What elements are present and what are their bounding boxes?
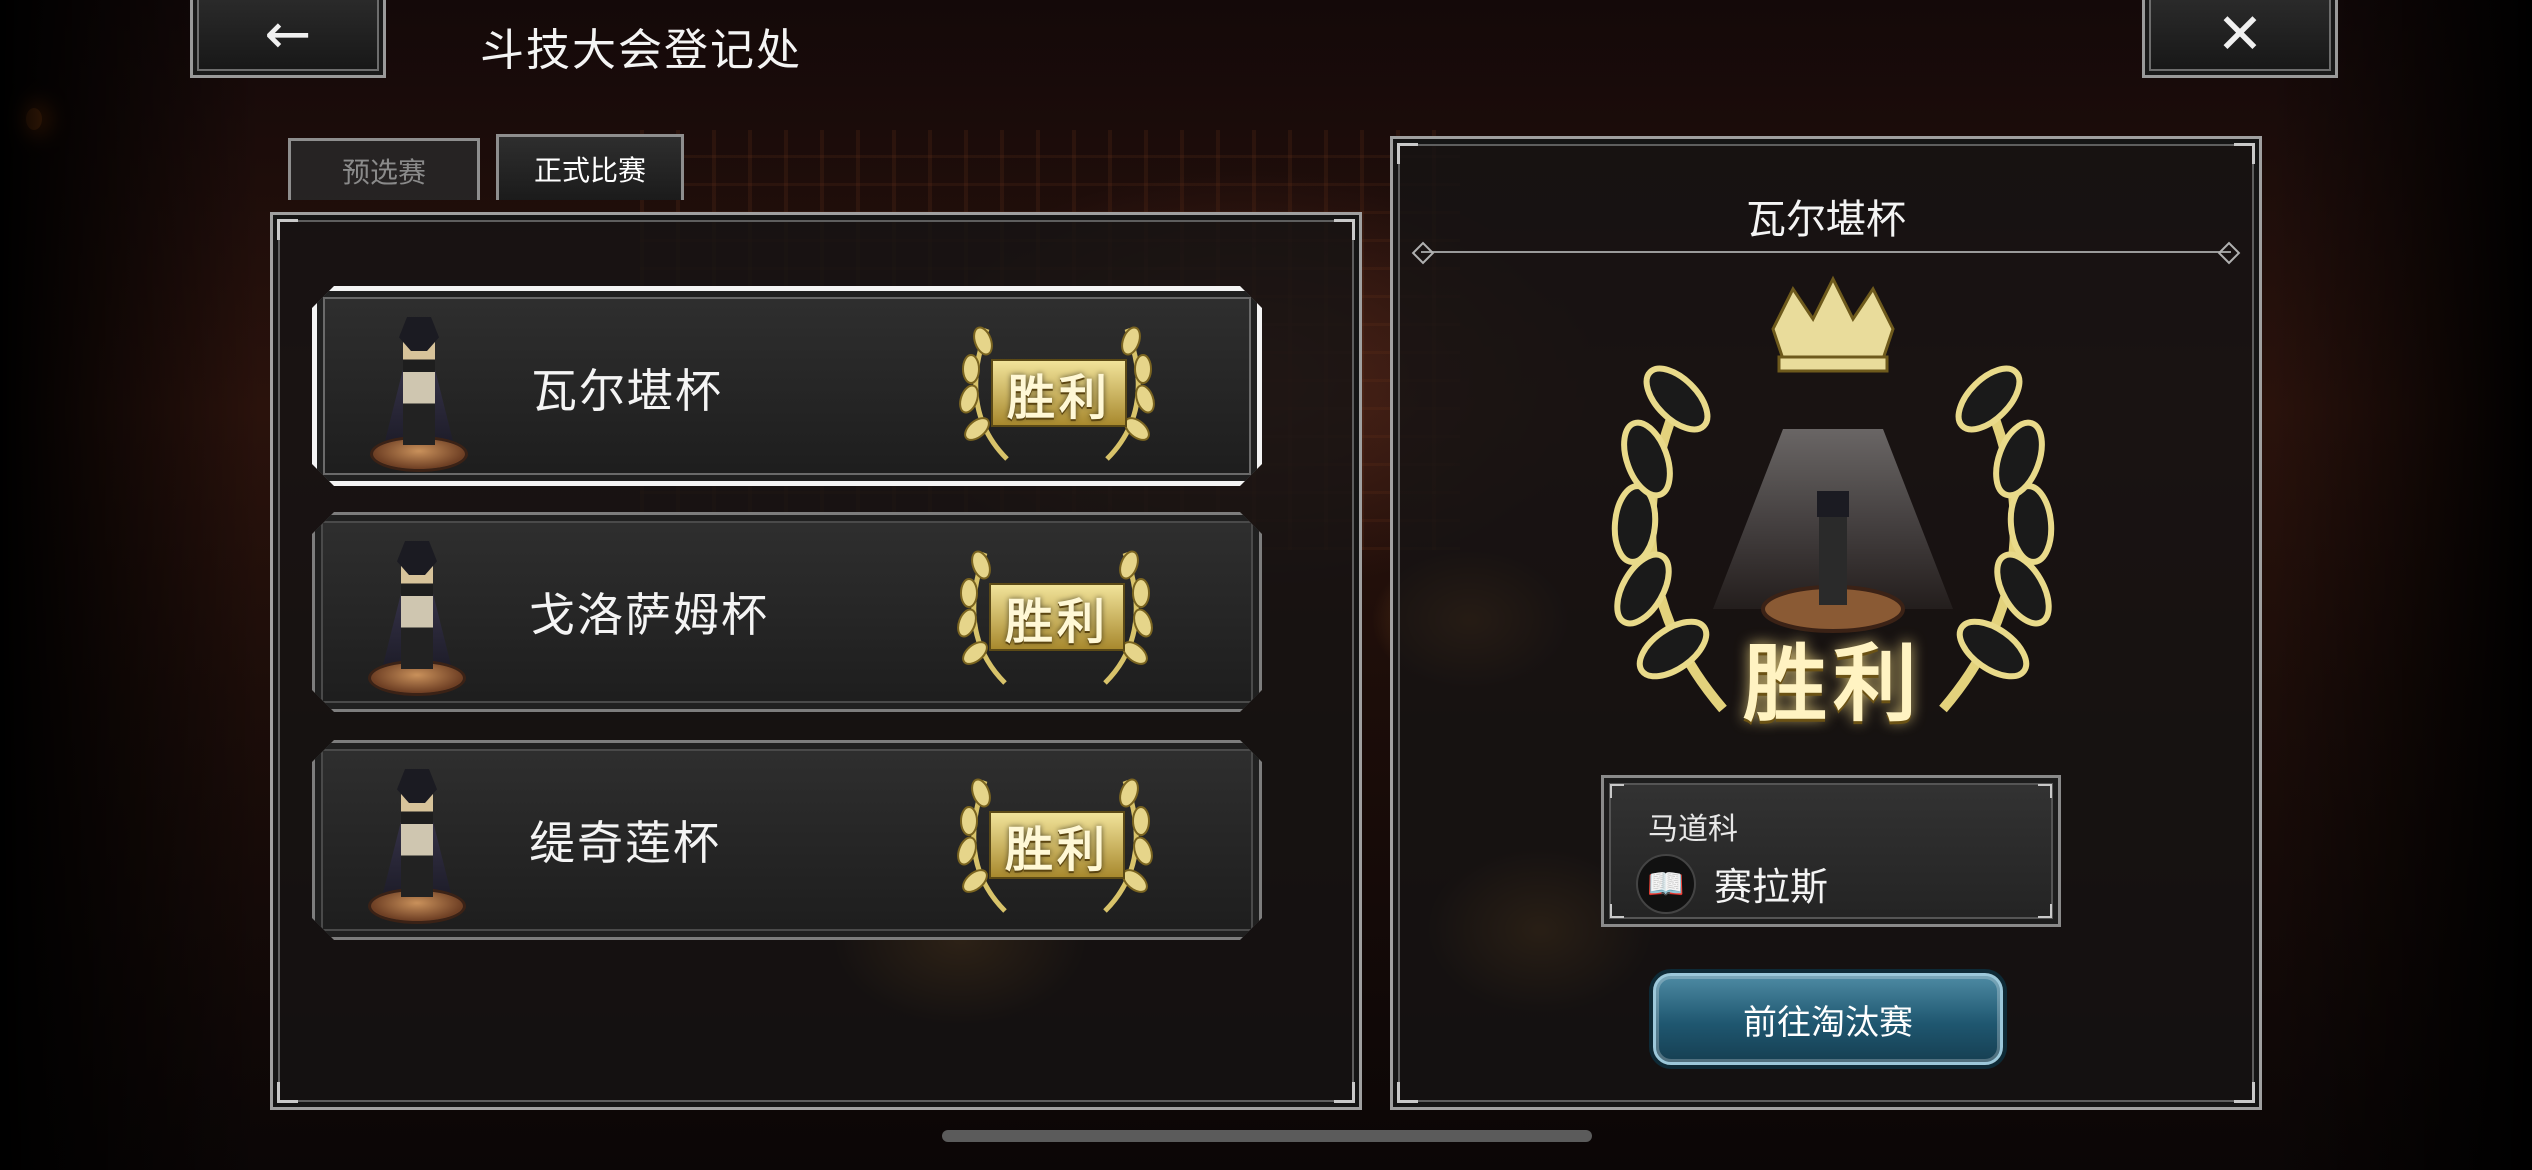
- cup-card-golossam[interactable]: 戈洛萨姆杯 胜利: [312, 512, 1262, 712]
- go-to-knockout-button[interactable]: 前往淘汰赛: [1653, 973, 2003, 1065]
- cup-card-vulcan[interactable]: 瓦尔堪杯 胜利: [312, 286, 1262, 486]
- home-indicator: [942, 1130, 1592, 1142]
- divider-ornament-right: [2217, 241, 2241, 265]
- tab-qualifier[interactable]: 预选赛: [288, 138, 480, 200]
- background-vignette-right: [2272, 0, 2532, 1170]
- victory-laurel-icon: 胜利: [947, 309, 1167, 473]
- cup-name: 缇奇莲杯: [529, 816, 721, 870]
- cup-name: 瓦尔堪杯: [531, 364, 723, 418]
- cup-card-tikilen[interactable]: 缇奇莲杯 胜利: [312, 740, 1262, 940]
- victory-laurel-icon: 胜利: [945, 761, 1165, 925]
- champion-sprite: [373, 313, 465, 473]
- background-vignette-left: [0, 0, 260, 1170]
- victory-laurel-icon: 胜利: [945, 533, 1165, 697]
- back-arrow-icon: ←: [264, 1, 312, 67]
- back-button[interactable]: ←: [190, 0, 386, 78]
- tab-main-tournament[interactable]: 正式比赛: [496, 134, 684, 200]
- champion-laurel-crest: 胜利: [1573, 269, 2093, 739]
- cup-detail-panel: 瓦尔堪杯 胜利 马道科 📖 赛拉斯 前往淘汰赛: [1390, 136, 2262, 1110]
- victory-label: 胜利: [989, 583, 1125, 651]
- champion-sprite: [371, 537, 463, 697]
- tab-main-tournament-label: 正式比赛: [533, 153, 646, 187]
- book-icon: 📖: [1636, 854, 1696, 914]
- crown-icon: [1771, 275, 1895, 373]
- champion-region: 马道科: [1648, 812, 1738, 847]
- divider-ornament-left: [1411, 241, 1435, 265]
- victory-label: 胜利: [991, 359, 1127, 427]
- detail-title: 瓦尔堪杯: [1746, 197, 1906, 243]
- title-divider: [1421, 251, 2231, 253]
- close-icon: ✕: [2216, 1, 2264, 67]
- close-button[interactable]: ✕: [2142, 0, 2338, 78]
- page-title: 斗技大会登记处: [480, 25, 802, 76]
- champion-name: 赛拉斯: [1714, 865, 1829, 909]
- champion-sprite: [371, 765, 463, 925]
- victory-label: 胜利: [989, 811, 1125, 879]
- victory-label-large: 胜利: [1742, 634, 1923, 733]
- cup-name: 戈洛萨姆杯: [529, 588, 769, 642]
- tab-qualifier-label: 预选赛: [341, 155, 426, 189]
- champion-info-box: 马道科 📖 赛拉斯: [1601, 775, 2061, 927]
